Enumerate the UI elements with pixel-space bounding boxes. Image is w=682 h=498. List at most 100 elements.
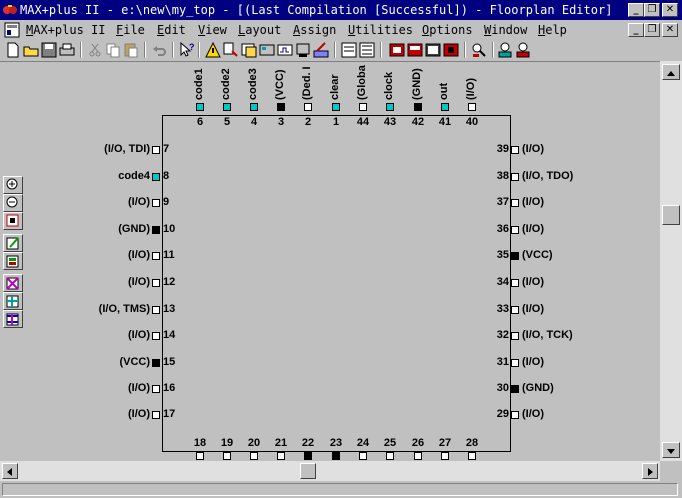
restore-button[interactable]: ❐ bbox=[644, 3, 660, 17]
copy-icon[interactable] bbox=[104, 41, 122, 59]
menu-view[interactable]: View bbox=[198, 23, 227, 37]
left-pin-13[interactable] bbox=[152, 306, 160, 314]
simulate-icon[interactable] bbox=[406, 41, 424, 59]
node-list-icon[interactable] bbox=[3, 252, 23, 270]
left-pin-17[interactable] bbox=[152, 411, 160, 419]
horizontal-scrollbar[interactable] bbox=[0, 461, 682, 481]
top-pin-5[interactable] bbox=[223, 103, 231, 111]
top-pin-41[interactable] bbox=[441, 103, 449, 111]
left-pin-7[interactable] bbox=[152, 146, 160, 154]
right-pin-34[interactable] bbox=[511, 279, 519, 287]
top-pin-6[interactable] bbox=[196, 103, 204, 111]
print-icon[interactable] bbox=[58, 41, 76, 59]
message-processor-icon[interactable] bbox=[514, 41, 532, 59]
find-node-icon[interactable] bbox=[470, 41, 488, 59]
hierarchy-icon[interactable] bbox=[222, 41, 240, 59]
bottom-pin-24[interactable] bbox=[359, 452, 367, 460]
right-pin-29[interactable] bbox=[511, 411, 519, 419]
show-connections-icon[interactable] bbox=[3, 292, 23, 310]
minimize-button[interactable]: _ bbox=[628, 3, 644, 17]
compiler-icon[interactable] bbox=[312, 41, 330, 59]
left-pin-16[interactable] bbox=[152, 385, 160, 393]
bottom-pin-25[interactable] bbox=[386, 452, 394, 460]
left-pin-15[interactable] bbox=[152, 359, 160, 367]
bottom-pin-21[interactable] bbox=[277, 452, 285, 460]
floorplan-editor-icon[interactable] bbox=[258, 41, 276, 59]
bottom-pin-22[interactable] bbox=[304, 452, 312, 460]
left-pin-14[interactable] bbox=[152, 332, 160, 340]
bottom-pin-27[interactable] bbox=[441, 452, 449, 460]
doc-restore-button[interactable]: ❐ bbox=[644, 23, 660, 37]
fit-in-window-icon[interactable] bbox=[3, 212, 23, 230]
bottom-pin-23[interactable] bbox=[332, 452, 340, 460]
top-pin-2[interactable] bbox=[304, 103, 312, 111]
document-system-menu-icon[interactable] bbox=[4, 22, 20, 38]
top-pin-1[interactable] bbox=[332, 103, 340, 111]
left-pin-8[interactable] bbox=[152, 173, 160, 181]
bottom-pin-20[interactable] bbox=[250, 452, 258, 460]
bottom-pin-26[interactable] bbox=[414, 452, 422, 460]
scroll-right-button[interactable] bbox=[642, 463, 658, 479]
top-pin-43[interactable] bbox=[386, 103, 394, 111]
menu-file[interactable]: File bbox=[116, 23, 145, 37]
cut-icon[interactable] bbox=[86, 41, 104, 59]
report-file-icon[interactable] bbox=[496, 41, 514, 59]
top-pin-42[interactable] bbox=[414, 103, 422, 111]
menu-assign[interactable]: Assign bbox=[293, 23, 336, 37]
menu-edit[interactable]: Edit bbox=[157, 23, 186, 37]
timing-icon[interactable] bbox=[424, 41, 442, 59]
doc-minimize-button[interactable]: _ bbox=[628, 23, 644, 37]
show-fan-in-out-icon[interactable] bbox=[3, 310, 23, 328]
right-pin-31[interactable] bbox=[511, 359, 519, 367]
right-pin-39[interactable] bbox=[511, 146, 519, 154]
right-pin-36[interactable] bbox=[511, 226, 519, 234]
top-pin-4[interactable] bbox=[250, 103, 258, 111]
horizontal-scroll-thumb[interactable] bbox=[300, 463, 316, 479]
right-pin-35[interactable] bbox=[511, 252, 519, 260]
menu-layout[interactable]: Layout bbox=[238, 23, 281, 37]
close-button[interactable]: ✕ bbox=[662, 3, 678, 17]
right-pin-30[interactable] bbox=[511, 385, 519, 393]
assign-edit-icon[interactable] bbox=[3, 234, 23, 252]
assign-pin-icon[interactable] bbox=[340, 41, 358, 59]
right-pin-38[interactable] bbox=[511, 173, 519, 181]
zoom-in-icon[interactable] bbox=[3, 176, 23, 194]
warning-triangle-icon[interactable] bbox=[204, 41, 222, 59]
left-pin-12[interactable] bbox=[152, 279, 160, 287]
vertical-scrollbar[interactable] bbox=[660, 61, 682, 461]
help-pointer-icon[interactable]: ? bbox=[178, 41, 196, 59]
undo-icon[interactable] bbox=[150, 41, 168, 59]
doc-close-button[interactable]: ✕ bbox=[662, 23, 678, 37]
bottom-pin-18[interactable] bbox=[196, 452, 204, 460]
left-pin-9[interactable] bbox=[152, 199, 160, 207]
show-ratsnest-icon[interactable] bbox=[3, 274, 23, 292]
bottom-pin-28[interactable] bbox=[468, 452, 476, 460]
compile-icon[interactable] bbox=[388, 41, 406, 59]
vertical-scroll-thumb[interactable] bbox=[662, 205, 680, 225]
left-pin-11[interactable] bbox=[152, 252, 160, 260]
menu-window[interactable]: Window bbox=[484, 23, 527, 37]
scroll-left-button[interactable] bbox=[2, 463, 18, 479]
maxplus-app-icon[interactable] bbox=[2, 2, 18, 18]
zoom-out-icon[interactable] bbox=[3, 194, 23, 212]
open-folder-icon[interactable] bbox=[22, 41, 40, 59]
top-pin-3[interactable] bbox=[277, 103, 285, 111]
new-file-icon[interactable] bbox=[4, 41, 22, 59]
menu-maxplus[interactable]: MAX+plus II bbox=[26, 23, 105, 37]
menu-help[interactable]: Help bbox=[538, 23, 567, 37]
open-project-icon[interactable] bbox=[240, 41, 258, 59]
bottom-pin-19[interactable] bbox=[223, 452, 231, 460]
left-pin-10[interactable] bbox=[152, 226, 160, 234]
programmer-icon[interactable] bbox=[294, 41, 312, 59]
right-pin-32[interactable] bbox=[511, 332, 519, 340]
right-pin-33[interactable] bbox=[511, 306, 519, 314]
timing-analyzer-icon[interactable] bbox=[276, 41, 294, 59]
save-icon[interactable] bbox=[40, 41, 58, 59]
right-pin-37[interactable] bbox=[511, 199, 519, 207]
scroll-down-button[interactable] bbox=[662, 442, 680, 458]
menu-options[interactable]: Options bbox=[422, 23, 473, 37]
program-device-icon[interactable] bbox=[442, 41, 460, 59]
scroll-up-button[interactable] bbox=[662, 64, 680, 80]
assign-clique-icon[interactable] bbox=[358, 41, 376, 59]
top-pin-40[interactable] bbox=[468, 103, 476, 111]
